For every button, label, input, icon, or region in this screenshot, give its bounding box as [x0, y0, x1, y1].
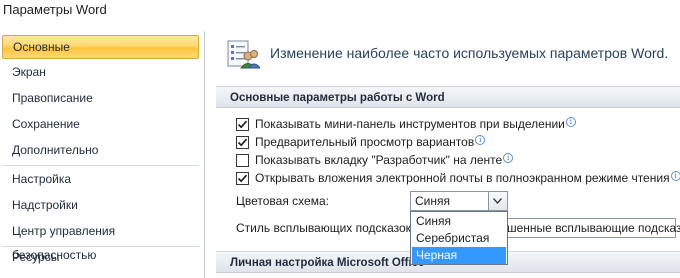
dropdown-option-black[interactable]: Черная — [412, 247, 506, 264]
color-scheme-select[interactable]: Синяя — [410, 191, 508, 211]
sidebar-item-customize[interactable]: Настройка — [2, 167, 199, 191]
chevron-down-icon — [493, 198, 502, 204]
live-preview-checkbox[interactable] — [236, 136, 249, 149]
sidebar-item-trust-center[interactable]: Центр управления безопасностью — [2, 219, 199, 262]
mini-toolbar-checkbox[interactable] — [236, 118, 249, 131]
window-titlebar: Параметры Word — [0, 0, 680, 24]
sidebar: Основные Экран Правописание Сохранение Д… — [0, 31, 205, 278]
options-content: Изменение наиболее часто используемых па… — [206, 31, 680, 278]
option-label: Предварительный просмотр вариантов — [255, 135, 475, 149]
color-scheme-label: Цветовая схема: — [236, 194, 329, 208]
info-icon[interactable]: i — [475, 135, 486, 145]
tooltip-style-label: Стиль всплывающих подсказок: — [236, 221, 415, 235]
sidebar-item-advanced[interactable]: Дополнительно — [2, 138, 199, 162]
section-header-general: Основные параметры работы с Word — [216, 86, 680, 108]
dropdown-option-blue[interactable]: Синяя — [412, 213, 506, 230]
info-icon[interactable]: i — [565, 117, 576, 127]
sidebar-item-display[interactable]: Экран — [2, 60, 199, 84]
info-icon[interactable]: i — [503, 153, 514, 163]
sidebar-item-resources[interactable]: Ресурсы — [2, 245, 199, 269]
dropdown-option-silver[interactable]: Серебристая — [412, 230, 506, 247]
sidebar-item-general[interactable]: Основные — [2, 35, 199, 59]
option-label: Открывать вложения электронной почты в п… — [255, 171, 670, 185]
email-fullscreen-checkbox[interactable] — [236, 172, 249, 185]
sidebar-item-proofing[interactable]: Правописание — [2, 86, 199, 110]
color-scheme-value: Синяя — [415, 194, 450, 208]
sidebar-divider — [2, 165, 199, 166]
color-scheme-dropdown[interactable]: Синяя Серебристая Черная — [410, 211, 508, 265]
developer-tab-checkbox[interactable] — [236, 154, 249, 167]
sidebar-item-addins[interactable]: Надстройки — [2, 193, 199, 217]
page-heading: Изменение наиболее часто используемых па… — [270, 45, 669, 61]
option-label: Показывать вкладку "Разработчик" на лент… — [255, 153, 503, 167]
settings-page-icon — [226, 39, 262, 69]
window-title: Параметры Word — [3, 2, 107, 17]
info-icon[interactable]: i — [670, 171, 680, 181]
option-label: Показывать мини-панель инструментов при … — [255, 117, 565, 131]
tooltip-style-value: шенные всплывающие подсказки — [507, 221, 680, 235]
dropdown-button[interactable] — [488, 192, 507, 210]
sidebar-item-save[interactable]: Сохранение — [2, 112, 199, 136]
